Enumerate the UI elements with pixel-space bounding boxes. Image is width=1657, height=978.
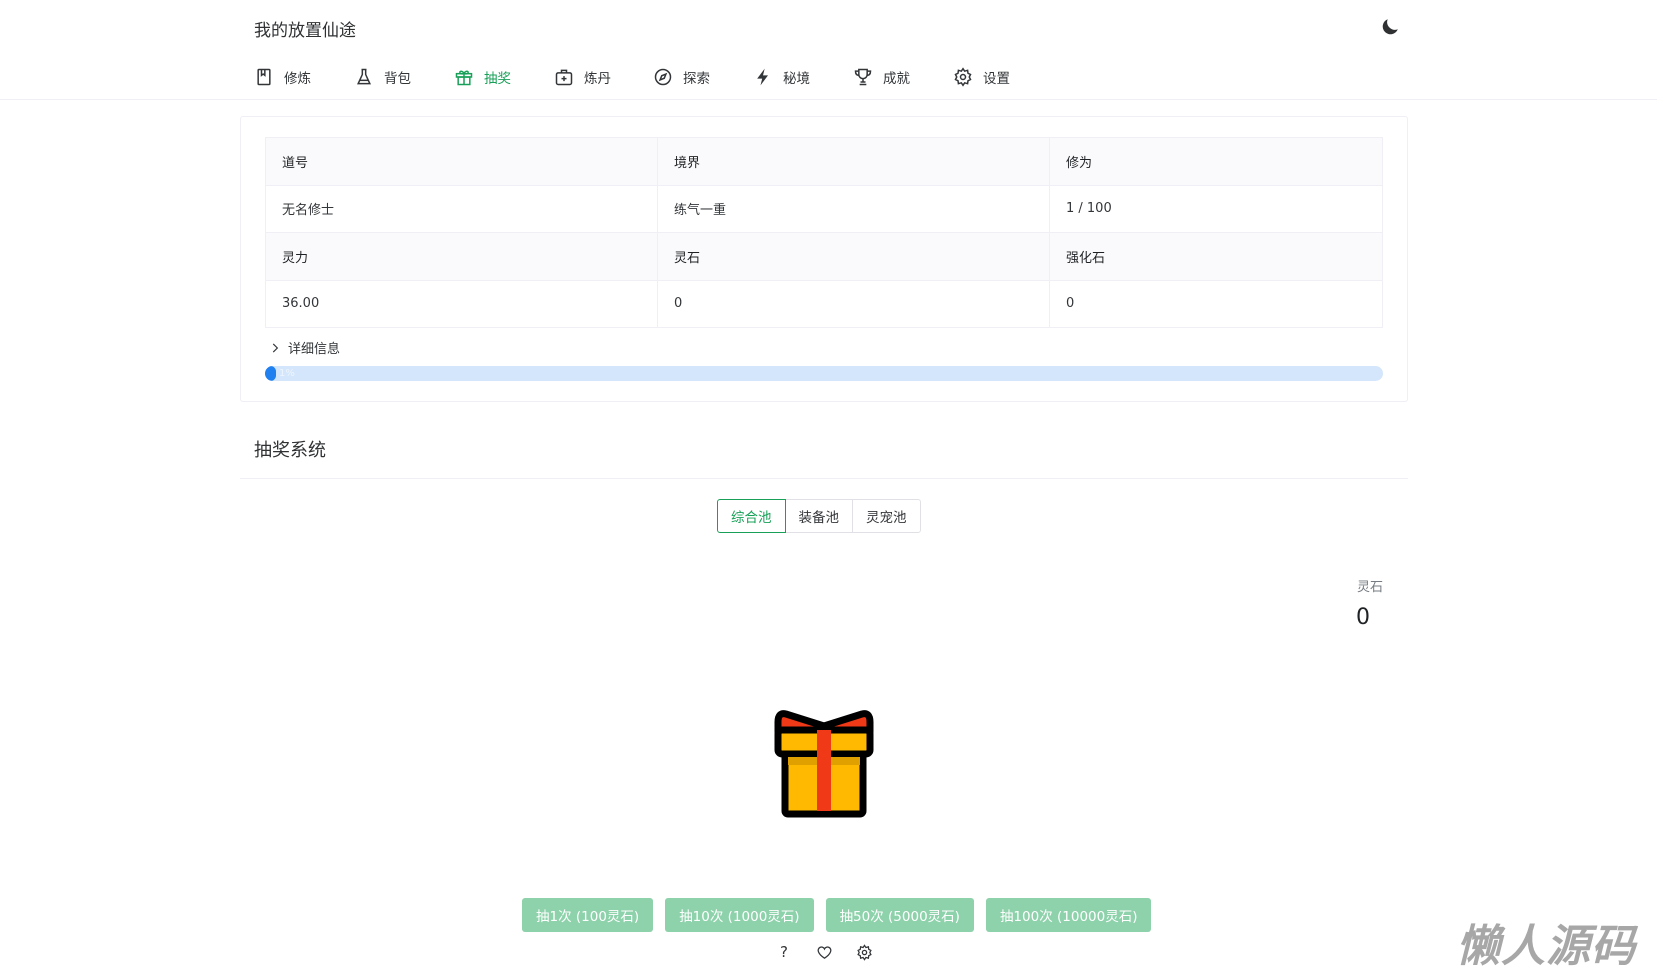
stat-header-reinforce-stone: 强化石 [1049,232,1383,281]
nav-item-cultivate[interactable]: 修炼 [254,60,354,94]
nav-item-gacha[interactable]: 抽奖 [454,60,554,94]
stat-value-cultivation: 1 / 100 [1049,184,1383,233]
moon-icon [1382,19,1398,35]
nav-item-label: 探索 [683,71,710,87]
stat-value-reinforce-stone: 0 [1049,279,1383,328]
nav-item-label: 设置 [983,71,1010,87]
stat-header-name: 道号 [265,137,658,186]
nav-item-secret-realm[interactable]: 秘境 [753,60,853,94]
cultivation-progress-bar: 1% [265,366,1383,381]
heart-icon [817,945,831,959]
stat-header-spirit-power: 灵力 [265,232,658,281]
table-row: 道号 境界 修为 [265,137,1383,186]
nav-divider [0,99,1657,100]
nav-item-alchemy[interactable]: 炼丹 [554,60,653,94]
player-stats-table: 道号 境界 修为 无名修士 练气一重 1 / 100 灵力 灵石 强化石 36.… [265,137,1383,328]
stat-value-spirit-power: 36.00 [265,279,658,328]
gift-box-icon [774,710,874,818]
gear-icon [954,67,972,87]
draw-100-button[interactable]: 抽100次 (10000灵石) [985,898,1152,932]
watermark: 懒人源码 [1456,921,1636,972]
pool-tab-general[interactable]: 综合池 [717,499,786,533]
compass-icon [654,68,672,86]
nav-item-label: 抽奖 [484,71,511,87]
gear-icon [856,943,872,961]
spirit-stone-label: 灵石 [1357,580,1384,595]
nav-item-label: 成就 [883,71,910,87]
flask-icon [357,68,371,85]
nav-item-label: 修炼 [284,71,311,87]
main-nav: 修炼 背包 抽奖 炼丹 探索 秘境 成就 设置 [254,60,1033,94]
stat-header-spirit-stone: 灵石 [657,232,1050,281]
gacha-settings-button[interactable] [854,942,874,962]
table-row: 36.00 0 0 [265,279,1383,328]
book-icon [257,68,271,86]
table-row: 无名修士 练气一重 1 / 100 [265,184,1383,233]
draw-50-button[interactable]: 抽50次 (5000灵石) [825,898,974,932]
help-icon: ? [780,943,788,961]
details-collapse-toggle[interactable]: 详细信息 [268,338,340,357]
gacha-toolbar: ? [774,942,894,962]
theme-toggle-button[interactable] [1379,16,1401,38]
gift-icon [455,70,473,86]
draw-1-button[interactable]: 抽1次 (100灵石) [522,898,654,932]
stat-value-spirit-stone: 0 [657,279,1050,328]
nav-item-explore[interactable]: 探索 [653,60,753,94]
progress-text: 1% [279,368,295,379]
nav-item-settings[interactable]: 设置 [953,60,1033,94]
nav-item-label: 秘境 [783,71,810,87]
details-label: 详细信息 [288,342,341,357]
section-divider [240,478,1408,479]
player-status-card: 道号 境界 修为 无名修士 练气一重 1 / 100 灵力 灵石 强化石 36.… [240,116,1408,402]
pool-tab-pet[interactable]: 灵宠池 [852,499,921,533]
stat-header-cultivation: 修为 [1049,137,1383,186]
nav-item-label: 炼丹 [584,71,611,87]
stat-value-name: 无名修士 [265,184,658,233]
section-title: 抽奖系统 [254,440,326,461]
wishlist-button[interactable] [814,942,834,962]
help-button[interactable]: ? [774,942,794,962]
trophy-icon [854,68,872,86]
stat-header-realm: 境界 [657,137,1050,186]
pool-tabs: 综合池 装备池 灵宠池 [717,499,921,533]
nav-item-achievements[interactable]: 成就 [853,60,953,94]
pool-tab-equipment[interactable]: 装备池 [784,499,853,533]
nav-item-label: 背包 [384,71,411,87]
chevron-right-icon [272,343,279,352]
flash-icon [757,68,768,86]
table-row: 灵力 灵石 强化石 [265,232,1383,281]
draw-buttons: 抽1次 (100灵石) 抽10次 (1000灵石) 抽50次 (5000灵石) … [522,898,1163,932]
stat-value-realm: 练气一重 [657,184,1050,233]
progress-fill [265,366,277,381]
medkit-icon [555,69,573,86]
spirit-stone-value: 0 [1356,605,1370,630]
nav-item-bag[interactable]: 背包 [354,60,454,94]
draw-10-button[interactable]: 抽10次 (1000灵石) [665,898,814,932]
app-title: 我的放置仙途 [254,21,356,41]
